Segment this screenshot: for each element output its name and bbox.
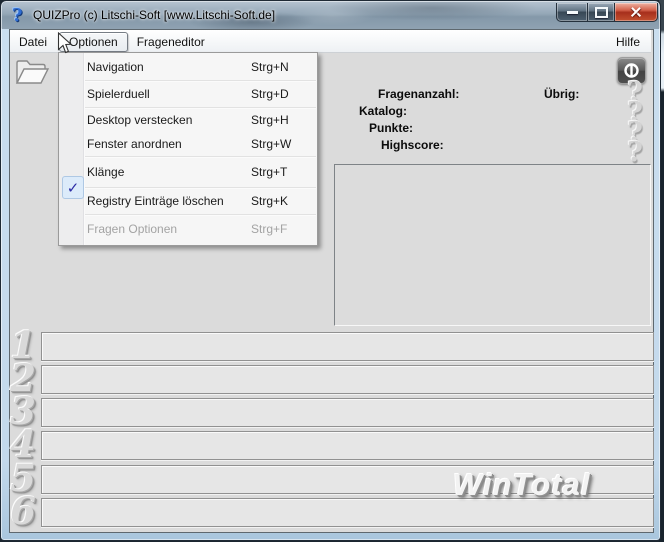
answer-slot-2[interactable] — [41, 365, 654, 394]
menu-item-spielerduell[interactable]: Spielerduell Strg+D — [59, 81, 317, 107]
menu-item-fragen-optionen[interactable]: Fragen Optionen Strg+F — [59, 215, 317, 243]
menu-item-navigation[interactable]: Navigation Strg+N — [59, 54, 317, 80]
menubar: Datei Optionen Frageneditor Hilfe — [10, 30, 651, 53]
open-folder-icon — [15, 60, 50, 84]
window-title: QUIZPro (c) Litschi-Soft [www.Litschi-So… — [33, 8, 276, 22]
wintotal-watermark: WinTotal — [453, 467, 591, 502]
label-punkte: Punkte: — [369, 121, 414, 135]
open-folder-button[interactable] — [14, 56, 50, 88]
label-highscore: Highscore: — [381, 138, 444, 152]
close-icon — [630, 7, 642, 17]
question-marks-decor-icon: ? ? ? ? — [627, 77, 643, 168]
menu-item-registry-eintraege-loeschen[interactable]: Registry Einträge löschen Strg+K — [59, 188, 317, 214]
titlebar[interactable]: ? QUIZPro (c) Litschi-Soft [www.Litschi-… — [2, 2, 659, 29]
mouse-cursor-icon — [57, 32, 72, 54]
screen: { "window": { "title": "QUIZPro (c) Lits… — [0, 0, 664, 542]
answer-number: 6 — [10, 489, 36, 533]
label-uebrig: Übrig: — [544, 87, 580, 101]
close-button[interactable] — [614, 3, 658, 22]
answer-slot-4[interactable] — [41, 431, 654, 460]
caption-buttons — [556, 3, 658, 22]
menu-item-desktop-verstecken[interactable]: Desktop verstecken Strg+H — [59, 108, 317, 132]
answer-slot-1[interactable] — [41, 332, 654, 361]
menu-item-fenster-anordnen[interactable]: Fenster anordnen Strg+W — [59, 132, 317, 156]
options-dropdown-menu: Navigation Strg+N Spielerduell Strg+D De… — [58, 52, 318, 246]
answer-slot-3[interactable] — [41, 398, 654, 427]
maximize-icon — [594, 6, 608, 18]
menu-item-klaenge[interactable]: ✓ Klänge Strg+T — [59, 157, 317, 199]
maximize-button[interactable] — [588, 3, 614, 22]
question-display-panel — [334, 164, 651, 326]
menu-hilfe[interactable]: Hilfe — [607, 33, 649, 51]
label-katalog: Katalog: — [359, 104, 407, 118]
app-window: ? QUIZPro (c) Litschi-Soft [www.Litschi-… — [0, 0, 661, 541]
menu-frageneditor[interactable]: Frageneditor — [128, 33, 214, 51]
minimize-icon — [566, 10, 578, 14]
app-question-mark-icon: ? — [12, 5, 23, 26]
menu-datei[interactable]: Datei — [10, 33, 56, 51]
minimize-button[interactable] — [556, 3, 588, 22]
label-fragenanzahl: Fragenanzahl: — [378, 87, 460, 101]
